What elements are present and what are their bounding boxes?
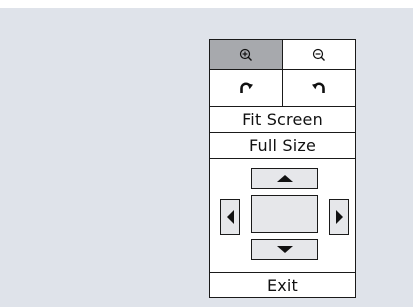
fit-screen-button[interactable]: Fit Screen	[210, 107, 355, 132]
zoom-out-icon	[312, 48, 326, 62]
exit-button[interactable]: Exit	[210, 273, 355, 297]
pan-center-area	[251, 195, 318, 233]
pan-right-button[interactable]	[329, 199, 349, 235]
arrow-up-icon	[276, 175, 293, 182]
pan-up-button[interactable]	[251, 168, 318, 189]
arrow-right-icon	[335, 210, 343, 224]
image-viewer-control-panel: Fit Screen Full Size Exit	[209, 39, 356, 298]
pan-down-button[interactable]	[251, 239, 318, 260]
rotate-counterclockwise-icon	[311, 80, 327, 96]
rotate-clockwise-icon	[238, 80, 254, 96]
zoom-in-button[interactable]	[210, 40, 282, 69]
background-area: Fit Screen Full Size Exit	[0, 8, 413, 307]
pan-left-button[interactable]	[220, 199, 240, 235]
full-size-button[interactable]: Full Size	[210, 133, 355, 158]
arrow-left-icon	[226, 210, 234, 224]
zoom-row	[210, 40, 355, 70]
pan-controls	[210, 159, 355, 273]
full-size-row: Full Size	[210, 133, 355, 159]
rotate-row	[210, 70, 355, 107]
zoom-in-icon	[239, 48, 253, 62]
rotate-clockwise-button[interactable]	[210, 70, 282, 106]
exit-row: Exit	[210, 273, 355, 297]
zoom-out-button[interactable]	[282, 40, 355, 69]
rotate-counterclockwise-button[interactable]	[282, 70, 355, 106]
fit-screen-row: Fit Screen	[210, 107, 355, 133]
arrow-down-icon	[276, 246, 293, 253]
